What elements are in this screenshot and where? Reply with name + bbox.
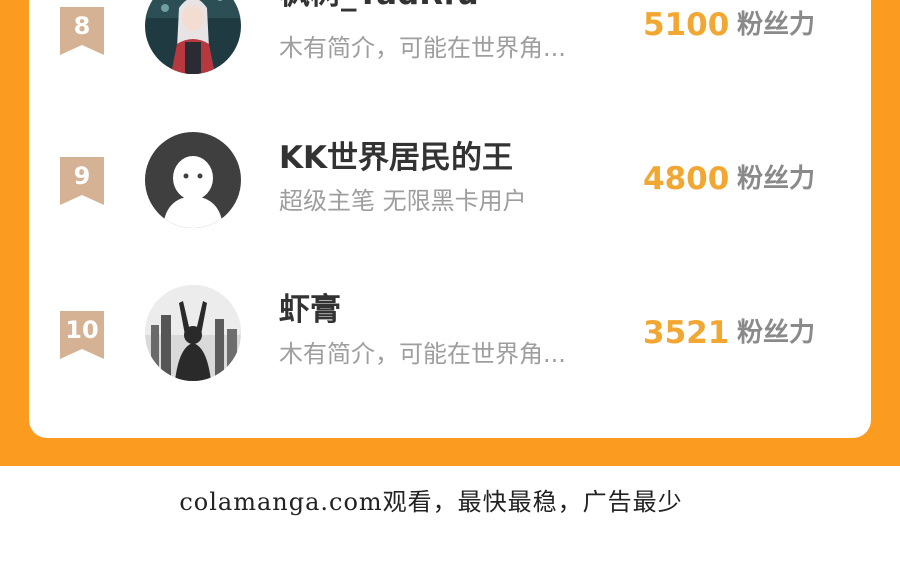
rank-number: 10	[65, 316, 99, 344]
user-bio: 超级主笔 无限黑卡用户	[279, 187, 527, 215]
rank-number: 8	[73, 12, 91, 40]
fans-count: 4800	[643, 161, 730, 197]
rank-badge: 10	[60, 311, 104, 359]
ranking-card: 8 枫树_YadRfu 木有简介，可能在世界角... 5100 粉丝力 9	[29, 0, 871, 438]
default-avatar-icon	[145, 132, 241, 228]
avatar[interactable]	[145, 132, 241, 228]
rank-badge: 9	[60, 157, 104, 205]
avatar[interactable]	[145, 0, 241, 74]
user-name[interactable]: 枫树_YadRfu	[279, 0, 479, 13]
ranking-row-9[interactable]: 9 KK世界居民的王 超级主笔 无限黑卡用户 4800 粉丝力	[29, 100, 871, 228]
rank-number: 9	[73, 162, 91, 190]
fans-count: 3521	[643, 315, 730, 351]
ranking-row-10[interactable]: 10 虾膏 木有简介，可能在世界角... 3521 粉丝力	[29, 260, 871, 381]
footer-watermark-text: colamanga.com观看，最快最稳，广告最少	[179, 488, 683, 516]
avatar[interactable]	[145, 285, 241, 381]
user-name[interactable]: KK世界居民的王	[279, 139, 513, 177]
fans-label: 粉丝力	[737, 164, 816, 194]
user-name[interactable]: 虾膏	[279, 291, 341, 329]
fans-count: 5100	[643, 7, 730, 43]
user-bio: 木有简介，可能在世界角...	[279, 340, 566, 368]
fans-label: 粉丝力	[737, 318, 816, 348]
user-bio: 木有简介，可能在世界角...	[279, 34, 566, 62]
rank-badge: 8	[60, 7, 104, 55]
fans-label: 粉丝力	[737, 10, 816, 40]
ranking-row-8[interactable]: 8 枫树_YadRfu 木有简介，可能在世界角... 5100 粉丝力	[29, 0, 871, 80]
